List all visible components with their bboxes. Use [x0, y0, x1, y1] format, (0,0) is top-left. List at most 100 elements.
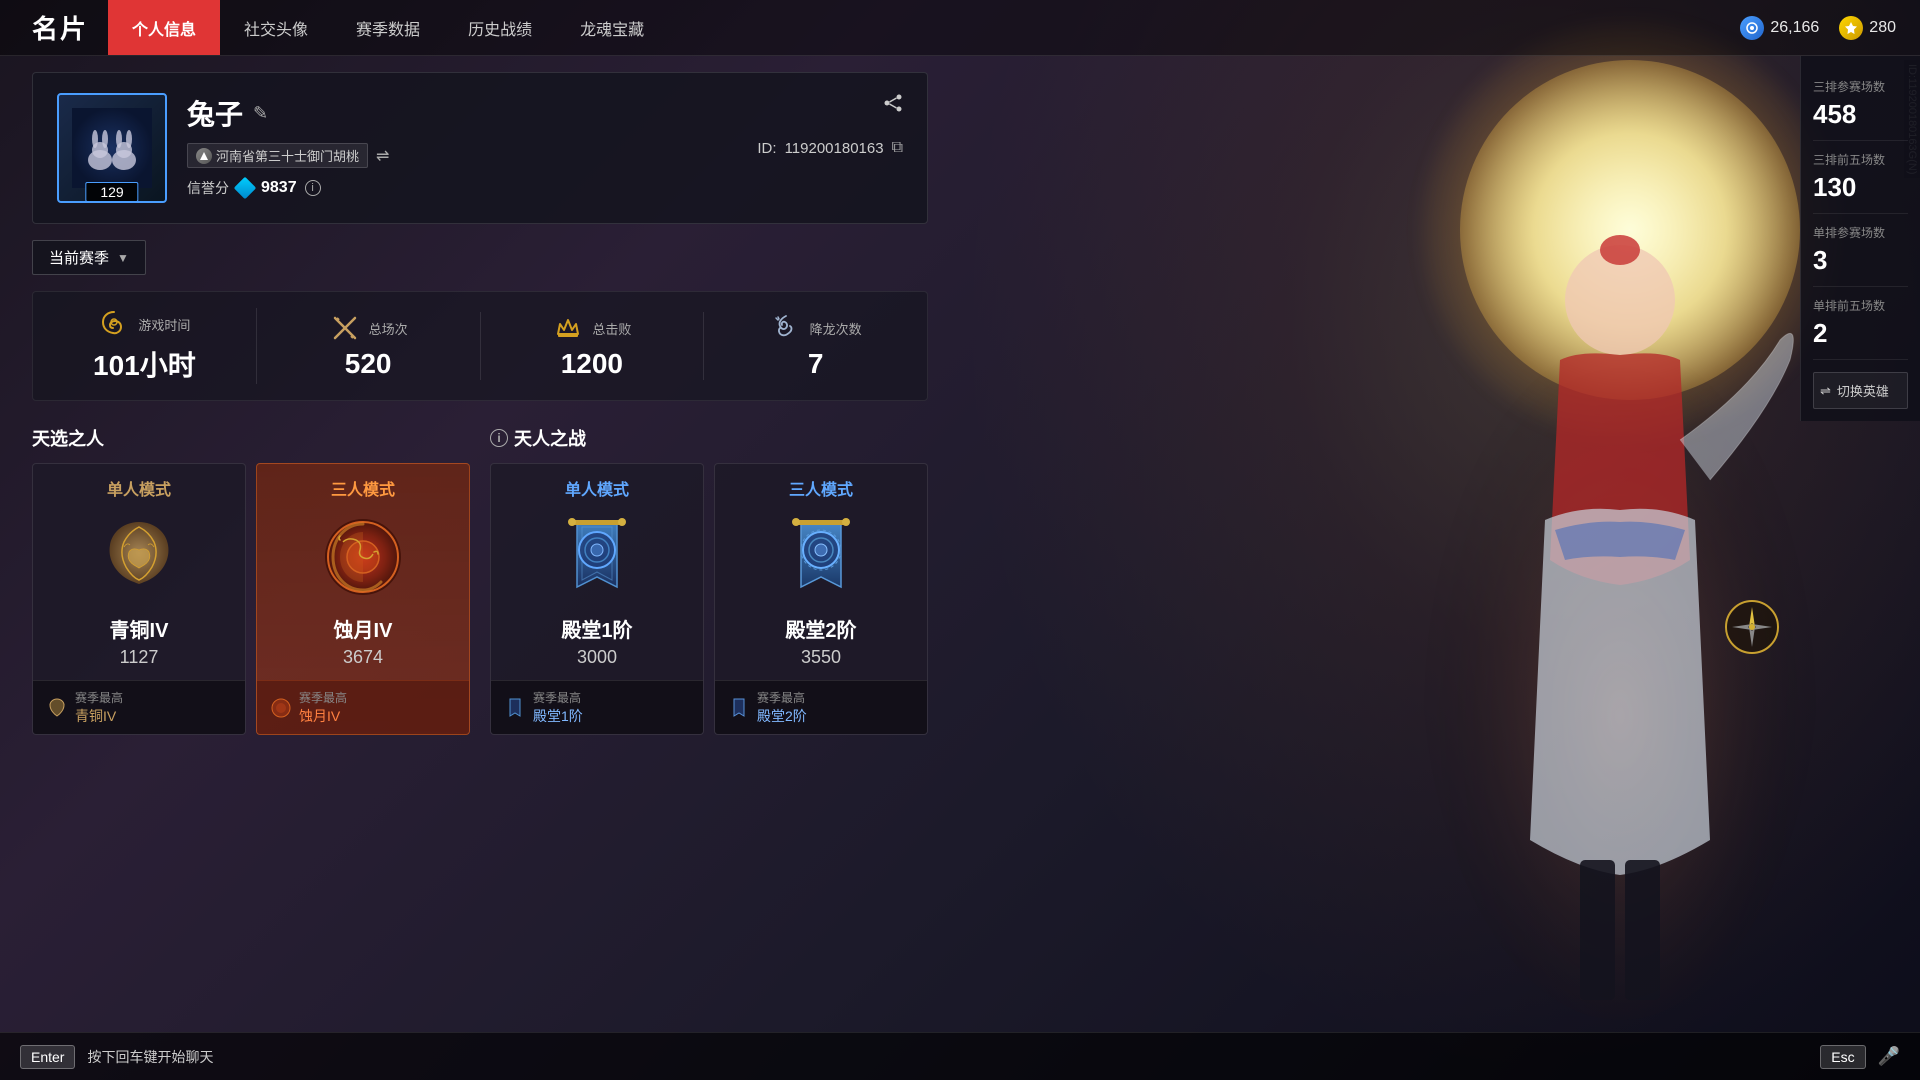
tianren-trio-card: 三人模式: [714, 463, 928, 735]
tab-dragon[interactable]: 龙魂宝藏: [556, 0, 668, 55]
esc-key: Esc: [1820, 1045, 1865, 1069]
credit-diamond-icon: [234, 177, 257, 200]
switch-hero-button[interactable]: ⇌ 切换英雄: [1813, 372, 1908, 409]
tab-social[interactable]: 社交头像: [220, 0, 332, 55]
tianxuan-trio-card: 三人模式: [256, 463, 470, 735]
stat-dragon-icon-row: 降龙次数: [770, 312, 862, 344]
profile-name: 兔子: [187, 93, 243, 133]
edit-icon[interactable]: ✎: [253, 103, 268, 124]
stat-matches-label: 总场次: [369, 319, 408, 338]
stat-kills-label: 总击败: [592, 319, 631, 338]
tianren-trio-best: 殿堂2阶: [757, 706, 807, 726]
tab-season[interactable]: 赛季数据: [332, 0, 444, 55]
tianxuan-solo-best: 青铜IV: [75, 706, 123, 726]
tianxuan-trio-rank-score: 3674: [343, 647, 383, 668]
tianxuan-trio-bottom: 赛季最高 蚀月IV: [257, 680, 469, 734]
right-stat-trio-top5-value: 130: [1813, 172, 1908, 203]
blue-currency: 26,166: [1740, 16, 1819, 40]
tianren-solo-card: 单人模式: [490, 463, 704, 735]
main-content: 129 兔子 ✎ 河南省第三十士御门胡桃 ⇌: [0, 56, 960, 1032]
tianren-trio-best-label: 赛季最高: [757, 689, 807, 706]
compass-container: [1724, 599, 1780, 660]
bottom-bar: Enter 按下回车键开始聊天 Esc 🎤: [0, 1032, 1920, 1080]
tianren-trio-rank-score: 3550: [801, 647, 841, 668]
region-icon: [196, 148, 212, 164]
credit-info-icon[interactable]: i: [305, 180, 321, 196]
tianxuan-cards: 单人模式: [32, 463, 470, 735]
tianren-solo-best-label: 赛季最高: [533, 689, 583, 706]
season-dropdown[interactable]: 当前赛季 ▼: [32, 240, 146, 275]
avatar-level: 129: [85, 182, 138, 202]
character-background: [960, 0, 1920, 1080]
tianren-trio-top: 三人模式: [715, 464, 927, 680]
dragon-icon: [770, 312, 802, 344]
right-stat-trio-matches: 三排参赛场数 458: [1813, 68, 1908, 141]
tianxuan-trio-best-label: 赛季最高: [299, 689, 347, 706]
stat-matches-value: 520: [345, 348, 392, 380]
credit-value: 9837: [261, 179, 297, 197]
page-title: 名片: [32, 9, 88, 46]
crown-icon: [552, 312, 584, 344]
tab-history[interactable]: 历史战绩: [444, 0, 556, 55]
mic-icon[interactable]: 🎤: [1878, 1046, 1900, 1067]
top-right-currency: 26,166 280: [1740, 16, 1896, 40]
tianren-trio-rank-name: 殿堂2阶: [785, 614, 856, 643]
share-icon[interactable]: [883, 93, 903, 118]
tianxuan-title: 天选之人: [32, 425, 470, 451]
stat-playtime: 游戏时间 101小时: [33, 308, 257, 384]
copy-icon[interactable]: ⧉: [892, 139, 903, 157]
stat-matches-icon-row: 总场次: [329, 312, 408, 344]
tianren-solo-best: 殿堂1阶: [533, 706, 583, 726]
right-stat-trio-matches-label: 三排参赛场数: [1813, 78, 1908, 95]
switch-hero-label: 切换英雄: [1837, 381, 1889, 400]
tianxuan-solo-bottom-icon: [45, 696, 69, 720]
tianxuan-solo-emblem: [94, 512, 184, 602]
swords-icon: [329, 312, 361, 344]
season-selector: 当前赛季 ▼: [32, 240, 928, 275]
right-stat-trio-matches-value: 458: [1813, 99, 1908, 130]
stat-dragon-label: 降龙次数: [810, 319, 862, 338]
tianren-solo-mode: 单人模式: [565, 476, 629, 500]
tianren-trio-bottom: 赛季最高 殿堂2阶: [715, 680, 927, 734]
spiral-icon: [98, 308, 130, 340]
right-stat-solo-top5-label: 单排前五场数: [1813, 297, 1908, 314]
right-stat-solo-top5: 单排前五场数 2: [1813, 287, 1908, 360]
id-value: 119200180163: [785, 140, 884, 157]
profile-id-row: ID: 119200180163 ⧉: [757, 139, 903, 157]
stat-kills-icon-row: 总击败: [552, 312, 631, 344]
profile-credit-row: 信誉分 9837 i: [187, 178, 903, 198]
tianxuan-trio-rank-name: 蚀月IV: [334, 614, 393, 643]
tianxuan-section: 天选之人 单人模式: [32, 425, 470, 735]
tianxuan-solo-mode: 单人模式: [107, 476, 171, 500]
avatar-box: 129: [57, 93, 167, 203]
tianxuan-solo-top: 单人模式: [33, 464, 245, 680]
tianxuan-trio-emblem: [318, 512, 408, 602]
profile-name-row: 兔子 ✎: [187, 93, 903, 133]
gold-currency: 280: [1839, 16, 1896, 40]
tianxuan-solo-card: 单人模式: [32, 463, 246, 735]
tianxuan-solo-rank-score: 1127: [120, 647, 159, 668]
season-label: 当前赛季: [49, 247, 109, 268]
tianren-info-icon[interactable]: i: [490, 429, 508, 447]
right-stat-solo-matches: 单排参赛场数 3: [1813, 214, 1908, 287]
tianren-trio-bottom-icon: [727, 696, 751, 720]
blue-currency-value: 26,166: [1770, 19, 1819, 37]
avatar-image: [72, 108, 152, 188]
right-stat-solo-matches-value: 3: [1813, 245, 1908, 276]
stat-kills: 总击败 1200: [481, 312, 705, 380]
tab-personal[interactable]: 个人信息: [108, 0, 220, 55]
stat-matches: 总场次 520: [257, 312, 481, 380]
right-stat-trio-top5: 三排前五场数 130: [1813, 141, 1908, 214]
character-art: [1380, 140, 1860, 1040]
stat-dragon-value: 7: [808, 348, 824, 380]
tianren-solo-top: 单人模式: [491, 464, 703, 680]
tianxuan-trio-mode: 三人模式: [331, 476, 395, 500]
right-stat-trio-top5-label: 三排前五场数: [1813, 151, 1908, 168]
tianxuan-trio-best: 蚀月IV: [299, 706, 347, 726]
credit-label: 信誉分: [187, 178, 229, 198]
nav-tabs: 个人信息 社交头像 赛季数据 历史战绩 龙魂宝藏: [108, 0, 668, 55]
bottom-hint: 按下回车键开始聊天: [87, 1047, 213, 1067]
tianxuan-trio-bottom-icon: [269, 696, 293, 720]
swap-icon[interactable]: ⇌: [376, 146, 389, 166]
tianren-cards: 单人模式: [490, 463, 928, 735]
